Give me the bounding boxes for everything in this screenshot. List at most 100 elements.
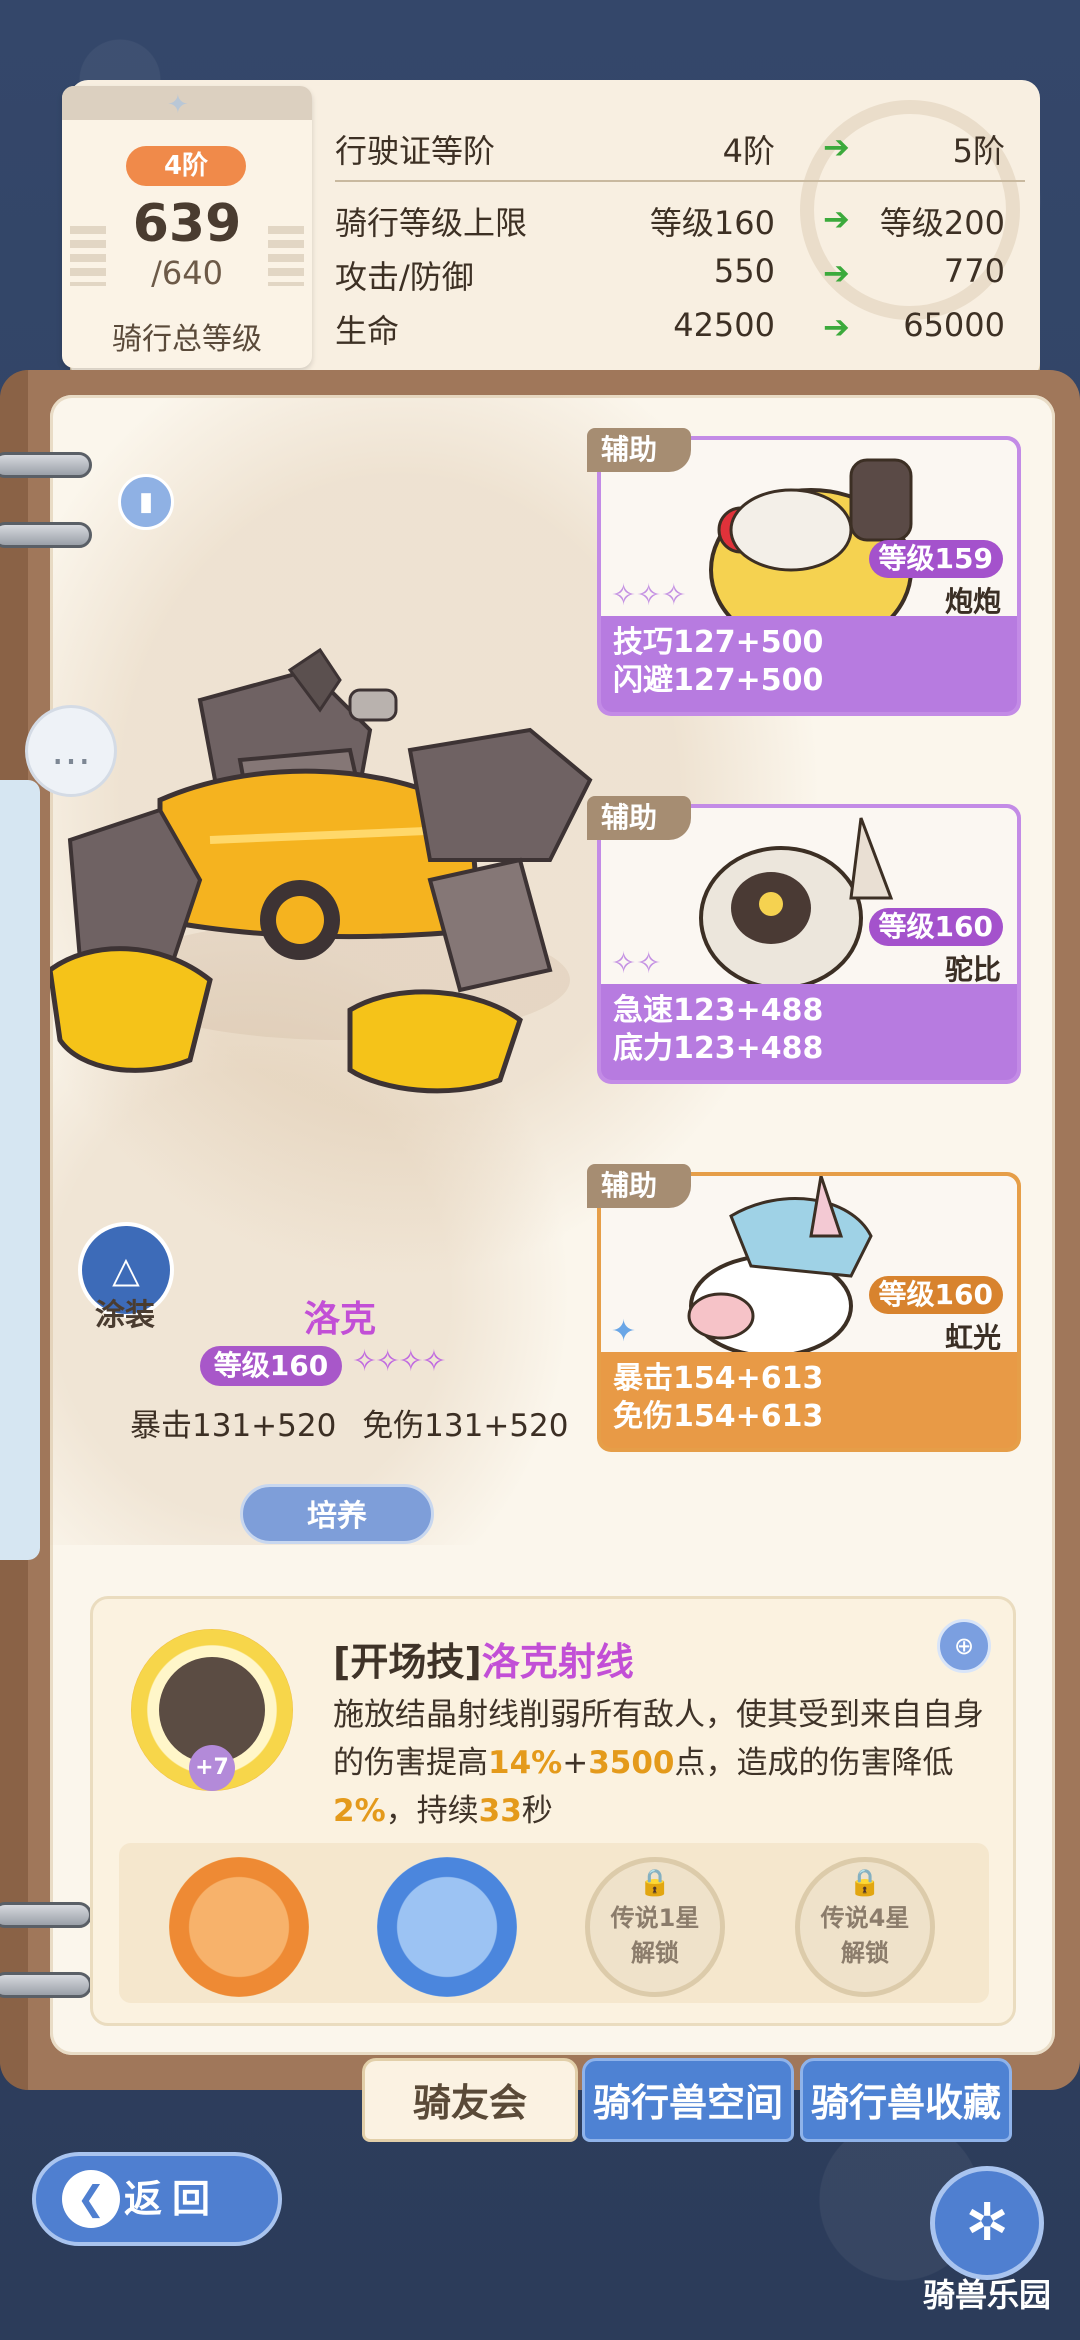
rank-badge: 4阶 (126, 146, 246, 186)
skill-desc-text: ，持续 (385, 1793, 479, 1829)
stats-row: 攻击/防御 550 ➔ 770 (335, 244, 1025, 298)
mount-stat: 暴击131+520 (130, 1408, 337, 1444)
stat-current: 42500 (673, 306, 775, 344)
skill-slot-locked[interactable]: 🔒 传说4星 解锁 (795, 1857, 935, 1997)
arrow-right-icon: ➔ (823, 254, 850, 292)
skill-plus-badge: +7 (189, 1745, 235, 1791)
mount-stat: 免伤131+520 (362, 1408, 569, 1444)
binder-ring (0, 452, 92, 478)
stat-label: 生命 (335, 312, 400, 350)
unlock-condition: 传说4星 (820, 1904, 910, 1932)
stat-current: 550 (713, 252, 775, 290)
support-tag: 辅助 (587, 796, 691, 840)
skill-desc-text: 秒 (521, 1793, 553, 1829)
support-stat: 底力123+488 (613, 1031, 824, 1066)
support-card[interactable]: 辅助 等级160 驼比 ✧✧ 急速123+488 底力123+488 (587, 796, 1021, 1084)
back-button[interactable]: ❮ 返回 (32, 2152, 282, 2246)
total-level-label: 骑行总等级 (112, 322, 262, 357)
support-card[interactable]: 辅助 等级160 虹光 ✦ 暴击154+613 免伤154+613 (587, 1164, 1021, 1452)
skill-icon[interactable]: +7 (131, 1629, 293, 1791)
arrow-right-icon: ➔ (823, 200, 850, 238)
stat-next: 5阶 (952, 132, 1005, 170)
skill-name: 洛克射线 (481, 1640, 634, 1684)
mount-stars: ✧✧✧✧ (352, 1344, 447, 1379)
arrow-right-icon: ➔ (823, 308, 850, 346)
ferris-wheel-icon[interactable]: ✲ (930, 2166, 1044, 2280)
support-stars: ✧✧ (611, 946, 662, 981)
skill-desc-value: 2% (333, 1793, 386, 1829)
skill-slot-orange-emblem[interactable] (169, 1857, 309, 1997)
stats-row: 生命 42500 ➔ 65000 (335, 298, 1025, 352)
support-stats: 暴击154+613 免伤154+613 (601, 1352, 1017, 1448)
stat-next: 770 (943, 252, 1005, 290)
total-level-max: /640 (151, 254, 223, 292)
mount-level-badge: 等级160 (200, 1346, 342, 1386)
support-stats: 技巧127+500 闪避127+500 (601, 616, 1017, 712)
skill-desc-value: 3500 (588, 1745, 675, 1781)
support-stat: 闪避127+500 (613, 663, 824, 698)
mount-name: 洛克 (303, 1299, 376, 1340)
binder-ring (0, 522, 92, 548)
license-upgrade-table: 行驶证等阶 4阶 ➔ 5阶 骑行等级上限 等级160 ➔ 等级200 攻击/防御… (335, 118, 1025, 352)
lock-icon: 🔒 (638, 1868, 672, 1898)
skill-panel: +7 [开场技]洛克射线 ⊕ 施放结晶射线削弱所有敌人，使其受到来自自身的伤害提… (90, 1596, 1016, 2026)
support-stat: 免伤154+613 (613, 1399, 824, 1434)
back-label: 返回 (124, 2177, 221, 2221)
skill-type: [开场技] (333, 1640, 482, 1684)
skill-slot-blue-emblem[interactable] (377, 1857, 517, 1997)
skill-desc-value: 14% (488, 1745, 563, 1781)
stat-current: 4阶 (722, 132, 775, 170)
support-stars: ✧✧✧ (611, 578, 687, 613)
skill-description: 施放结晶射线削弱所有敌人，使其受到来自自身的伤害提高14%+3500点，造成的伤… (333, 1691, 993, 1835)
support-name: 虹光 (944, 1321, 1001, 1354)
support-stats: 急速123+488 底力123+488 (601, 984, 1017, 1080)
total-level-value: 639 (132, 194, 242, 254)
back-arrow-icon: ❮ (62, 2170, 120, 2228)
support-level-badge: 等级160 (868, 1276, 1003, 1314)
skin-label[interactable]: 涂装 (70, 1290, 180, 1334)
book-icon[interactable]: ▮ (118, 474, 174, 530)
total-level-card: ✦ 4阶 639 /640 骑行总等级 (62, 86, 312, 368)
zoom-icon[interactable]: ⊕ (937, 1619, 991, 1673)
support-stat: 急速123+488 (613, 993, 824, 1028)
tab-riders-club[interactable]: 骑友会 (362, 2058, 578, 2142)
support-name: 驼比 (944, 953, 1001, 986)
sparkle-icon: ✦ (167, 90, 189, 120)
tab-mount-space[interactable]: 骑行兽空间 (582, 2058, 794, 2142)
support-card[interactable]: 辅助 等级159 炮炮 ✧✧✧ 技巧127+500 闪避127+500 (587, 428, 1021, 716)
support-card-inner: 等级159 炮炮 ✧✧✧ 技巧127+500 闪避127+500 (601, 440, 1017, 712)
support-level-badge: 等级160 (868, 908, 1003, 946)
stat-next: 65000 (903, 306, 1005, 344)
unlock-label: 解锁 (841, 1939, 889, 1967)
park-label[interactable]: 骑兽乐园 (902, 2270, 1072, 2316)
support-card-inner: 等级160 虹光 ✦ 暴击154+613 免伤154+613 (601, 1176, 1017, 1448)
skill-desc-text: 点，造成的伤害降低 (674, 1745, 954, 1781)
side-paper-tab (0, 780, 40, 1560)
train-button[interactable]: 培养 (240, 1484, 434, 1544)
stat-next: 等级200 (879, 204, 1005, 242)
support-tag: 辅助 (587, 428, 691, 472)
stats-row: 行驶证等阶 4阶 ➔ 5阶 (335, 118, 1025, 182)
stat-current: 等级160 (649, 204, 775, 242)
stats-row: 骑行等级上限 等级160 ➔ 等级200 (335, 190, 1025, 244)
support-name: 炮炮 (944, 585, 1001, 618)
skill-desc-value: 33 (478, 1793, 522, 1829)
support-stars: ✦ (611, 1314, 637, 1349)
lock-icon: 🔒 (848, 1868, 882, 1898)
skill-slot-locked[interactable]: 🔒 传说1星 解锁 (585, 1857, 725, 1997)
support-level-badge: 等级159 (868, 540, 1003, 578)
support-stat: 暴击154+613 (613, 1361, 824, 1396)
binder-ring (0, 1972, 92, 1998)
skill-title: [开场技]洛克射线 (333, 1631, 634, 1686)
support-tag: 辅助 (587, 1164, 691, 1208)
stat-label: 行驶证等阶 (335, 132, 496, 170)
mount-artwork (50, 647, 593, 1094)
binder-ring (0, 1902, 92, 1928)
arrow-right-icon: ➔ (823, 128, 850, 166)
skill-desc-text: + (562, 1745, 589, 1781)
support-card-inner: 等级160 驼比 ✧✧ 急速123+488 底力123+488 (601, 808, 1017, 1080)
tab-mount-collection[interactable]: 骑行兽收藏 (800, 2058, 1012, 2142)
stat-label: 骑行等级上限 (335, 204, 528, 242)
unlock-label: 解锁 (631, 1939, 679, 1967)
stat-label: 攻击/防御 (335, 258, 474, 296)
